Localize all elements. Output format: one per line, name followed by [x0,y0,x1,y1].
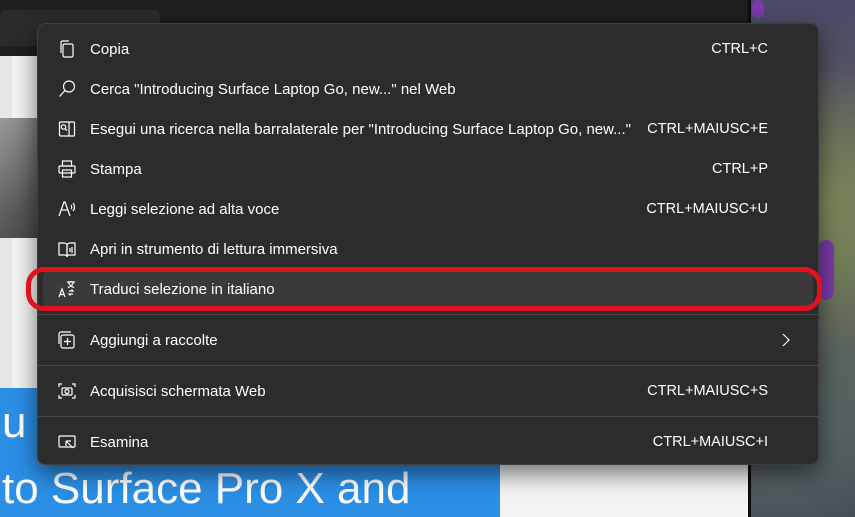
menu-item-immersive-reader[interactable]: Apri in strumento di lettura immersiva [43,231,813,267]
translate-icon [57,279,77,299]
menu-item-shortcut: CTRL+MAIUSC+S [647,383,768,399]
collections-icon [57,330,77,350]
menu-separator [38,365,818,366]
menu-item-label: Esegui una ricerca nella barralaterale p… [90,120,631,138]
search-icon [57,79,77,99]
menu-item-inspect[interactable]: Esamina CTRL+MAIUSC+I [43,424,813,460]
hero-text-line2: to Surface Pro X and [2,464,411,513]
menu-item-label: Stampa [90,160,142,178]
hero-text-line1: u [2,398,27,447]
menu-item-label: Traduci selezione in italiano [90,280,275,298]
chevron-right-icon [779,332,793,348]
menu-separator [38,314,818,315]
menu-item-sidebar-search[interactable]: Esegui una ricerca nella barralaterale p… [43,111,813,147]
wallpaper-accent [752,0,764,18]
menu-item-label: Cerca "Introducing Surface Laptop Go, ne… [90,80,456,98]
inspect-icon [57,432,77,452]
menu-item-label: Leggi selezione ad alta voce [90,200,280,218]
menu-item-copy[interactable]: Copia CTRL+C [43,31,813,67]
wallpaper-accent [818,240,834,300]
menu-item-print[interactable]: Stampa CTRL+P [43,151,813,187]
menu-item-shortcut: CTRL+P [711,161,768,177]
menu-item-label: Copia [90,40,130,58]
context-menu: Copia CTRL+C Cerca "Introducing Surface … [37,23,819,465]
menu-item-label: Acquisisci schermata Web [90,382,266,400]
menu-item-label: Aggiungi a raccolte [90,331,218,349]
menu-item-add-to-collections[interactable]: Aggiungi a raccolte [43,322,813,358]
menu-item-search-web[interactable]: Cerca "Introducing Surface Laptop Go, ne… [43,71,813,107]
menu-item-label: Apri in strumento di lettura immersiva [90,240,338,258]
immersive-reader-icon [57,239,77,259]
copy-icon [57,39,77,59]
menu-item-shortcut: CTRL+MAIUSC+I [652,434,768,450]
menu-item-shortcut: CTRL+C [711,41,768,57]
printer-icon [57,159,77,179]
read-aloud-icon [57,199,77,219]
menu-item-web-capture[interactable]: Acquisisci schermata Web CTRL+MAIUSC+S [43,373,813,409]
web-capture-icon [57,381,77,401]
menu-item-label: Esamina [90,433,149,451]
menu-item-shortcut: CTRL+MAIUSC+U [646,201,768,217]
menu-item-translate[interactable]: Traduci selezione in italiano [43,271,813,307]
sidebar-search-icon [57,119,77,139]
menu-item-read-aloud[interactable]: Leggi selezione ad alta voce CTRL+MAIUSC… [43,191,813,227]
menu-item-shortcut: CTRL+MAIUSC+E [647,121,768,137]
menu-separator [38,416,818,417]
